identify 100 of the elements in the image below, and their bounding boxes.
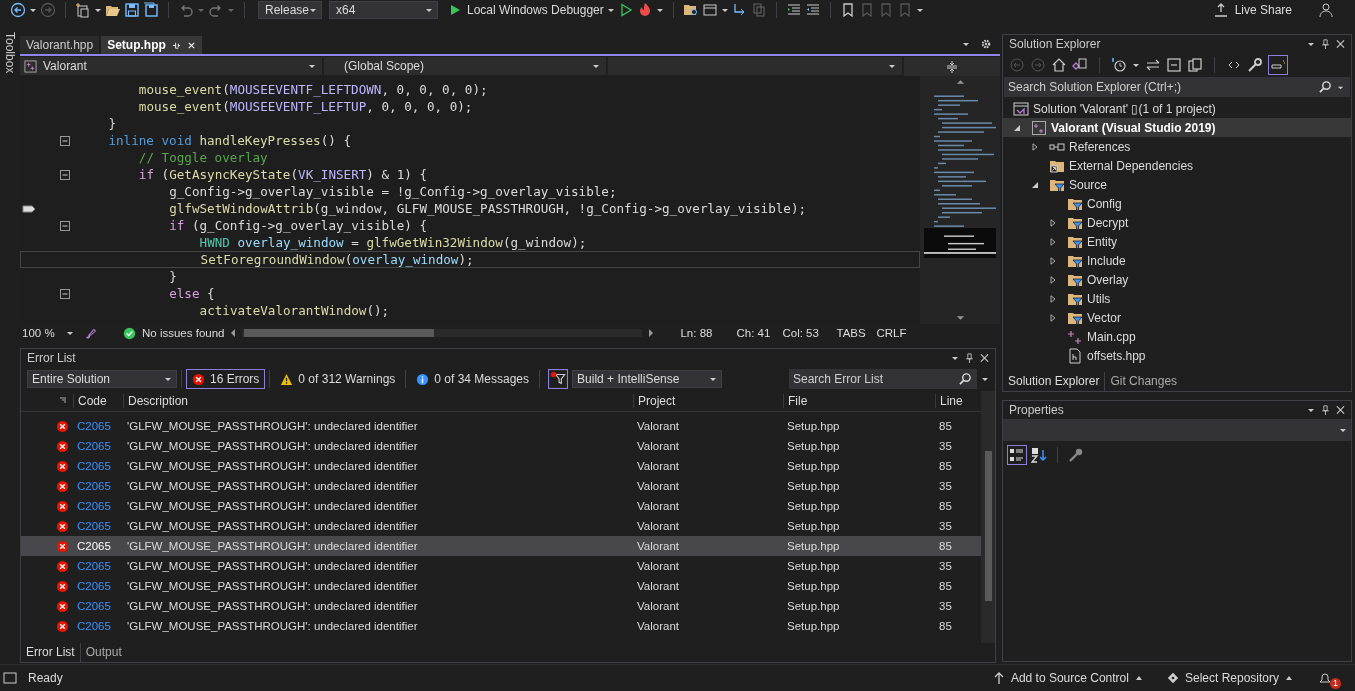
collapsed-arrow-icon[interactable]: [1049, 218, 1057, 227]
window-layout-icon[interactable]: [701, 2, 718, 18]
error-row[interactable]: C2065 'GLFW_MOUSE_PASSTHROUGH': undeclared identifier Valorant Setup.hpp 85: [21, 616, 981, 636]
collapse-icon[interactable]: [60, 220, 70, 231]
close-icon[interactable]: [1336, 39, 1345, 49]
caret-icon[interactable]: [655, 6, 664, 14]
output-icon[interactable]: [2, 670, 18, 686]
search-icon[interactable]: [959, 372, 972, 385]
scroll-down-icon[interactable]: [955, 315, 965, 321]
collapsed-arrow-icon[interactable]: [1049, 275, 1057, 284]
scroll-right-icon[interactable]: [648, 328, 655, 338]
search-icon[interactable]: [1319, 80, 1332, 93]
horizontal-scrollbar[interactable]: [242, 329, 643, 337]
warning-filter-button[interactable]: 0 of 312 Warnings: [274, 369, 402, 389]
collapsed-arrow-icon[interactable]: [1049, 294, 1057, 303]
live-share-button[interactable]: Live Share: [1212, 2, 1292, 18]
wrench-icon[interactable]: [1247, 57, 1263, 73]
error-code-link[interactable]: C2065: [77, 520, 111, 532]
collapse-icon[interactable]: [60, 169, 70, 180]
preview-icon[interactable]: [1268, 55, 1288, 75]
collapsed-arrow-icon[interactable]: [1031, 142, 1039, 151]
tree-item[interactable]: Valorant (Visual Studio 2019): [1051, 120, 1216, 135]
document-tab[interactable]: Setup.hpp: [101, 36, 202, 54]
vertical-scrollbar[interactable]: [981, 391, 995, 643]
collapsed-arrow-icon[interactable]: [1049, 256, 1057, 265]
expanded-arrow-icon[interactable]: [1013, 123, 1021, 132]
account-icon[interactable]: [1319, 2, 1335, 18]
back-icon[interactable]: [10, 2, 26, 18]
collapse-icon[interactable]: [60, 288, 70, 299]
outdent-icon[interactable]: [804, 2, 821, 18]
expanded-arrow-icon[interactable]: [1031, 180, 1039, 189]
indentation-status[interactable]: TABS: [836, 327, 871, 339]
sort-icon[interactable]: [1031, 447, 1047, 463]
tree-item[interactable]: Config: [1087, 196, 1122, 211]
caret-icon[interactable]: [981, 375, 989, 383]
caret-icon[interactable]: [1132, 61, 1140, 69]
caret-icon[interactable]: [1307, 40, 1315, 48]
platform-dropdown[interactable]: x64: [329, 1, 438, 19]
error-row[interactable]: C2065 'GLFW_MOUSE_PASSTHROUGH': undeclared identifier Valorant Setup.hpp 85: [21, 496, 981, 516]
error-code-link[interactable]: C2065: [77, 580, 111, 592]
zoom-dropdown[interactable]: 100 %: [20, 325, 78, 341]
caret-icon[interactable]: [606, 6, 615, 14]
scroll-left-icon[interactable]: [230, 328, 237, 338]
filter-icon[interactable]: [548, 369, 569, 389]
settings-icon[interactable]: [980, 38, 992, 50]
caret-icon[interactable]: [962, 40, 970, 48]
column-header[interactable]: Code: [73, 394, 123, 408]
start-debugging-button[interactable]: Local Windows Debugger: [449, 3, 604, 17]
save-icon[interactable]: [124, 2, 140, 18]
tree-item[interactable]: Include: [1087, 253, 1126, 268]
tree-item[interactable]: offsets.hpp: [1087, 348, 1146, 363]
error-row[interactable]: C2065 'GLFW_MOUSE_PASSTHROUGH': undeclared identifier Valorant Setup.hpp 35: [21, 516, 981, 536]
error-row[interactable]: C2065 'GLFW_MOUSE_PASSTHROUGH': undeclared identifier Valorant Setup.hpp 85: [21, 416, 981, 436]
error-row[interactable]: C2065 'GLFW_MOUSE_PASSTHROUGH': undeclared identifier Valorant Setup.hpp 35: [21, 436, 981, 456]
caret-icon[interactable]: [94, 6, 102, 14]
error-row[interactable]: C2065 'GLFW_MOUSE_PASSTHROUGH': undeclared identifier Valorant Setup.hpp 85: [21, 536, 981, 556]
scope-dropdown[interactable]: (Global Scope): [324, 57, 606, 75]
sync-icon[interactable]: [1145, 57, 1161, 73]
error-row[interactable]: C2065 'GLFW_MOUSE_PASSTHROUGH': undeclared identifier Valorant Setup.hpp 35: [21, 476, 981, 496]
caret-icon[interactable]: [951, 354, 959, 362]
close-icon[interactable]: [980, 353, 989, 363]
column-header[interactable]: Project: [633, 394, 783, 408]
tree-item[interactable]: Utils: [1087, 291, 1111, 306]
close-icon[interactable]: [1336, 405, 1345, 415]
tree-item[interactable]: Decrypt: [1087, 215, 1129, 230]
error-row[interactable]: C2065 'GLFW_MOUSE_PASSTHROUGH': undeclared identifier Valorant Setup.hpp 35: [21, 556, 981, 576]
tree-item[interactable]: Source: [1069, 177, 1108, 192]
new-item-icon[interactable]: [75, 2, 91, 18]
caret-icon[interactable]: [1337, 84, 1344, 91]
caret-icon[interactable]: [915, 6, 924, 14]
line-ending-status[interactable]: CRLF: [876, 327, 913, 339]
character-status[interactable]: Ch: 41: [736, 327, 777, 339]
document-tab[interactable]: Valorant.hpp: [20, 36, 100, 54]
error-code-link[interactable]: C2065: [77, 500, 111, 512]
collapse-icon[interactable]: [60, 135, 70, 146]
panel-tab[interactable]: Git Changes: [1105, 372, 1183, 391]
home-icon[interactable]: [1051, 57, 1067, 73]
error-row[interactable]: C2065 'GLFW_MOUSE_PASSTHROUGH': undeclared identifier Valorant Setup.hpp 85: [21, 456, 981, 476]
source-dropdown[interactable]: Build + IntelliSense: [572, 370, 723, 388]
line-number-status[interactable]: Ln: 88: [680, 327, 731, 339]
error-code-link[interactable]: C2065: [77, 540, 111, 552]
error-code-link[interactable]: C2065: [77, 560, 111, 572]
project-dropdown[interactable]: Valorant: [20, 57, 322, 75]
tree-item[interactable]: Main.cpp: [1087, 329, 1136, 344]
issues-status[interactable]: No issues found: [142, 327, 225, 339]
close-icon[interactable]: [186, 40, 196, 50]
column-header[interactable]: Description: [123, 394, 633, 408]
error-code-link[interactable]: C2065: [77, 420, 111, 432]
collapsed-arrow-icon[interactable]: [1049, 237, 1057, 246]
tree-item[interactable]: Entity: [1087, 234, 1117, 249]
message-filter-button[interactable]: 0 of 34 Messages: [410, 369, 536, 389]
column-menu-icon[interactable]: [59, 397, 67, 405]
collapsed-arrow-icon[interactable]: [1049, 313, 1057, 322]
bell-icon[interactable]: [1317, 670, 1333, 686]
brush-icon[interactable]: [84, 326, 97, 340]
error-row[interactable]: C2065 'GLFW_MOUSE_PASSTHROUGH': undeclared identifier Valorant Setup.hpp 85: [21, 576, 981, 596]
error-code-link[interactable]: C2065: [77, 620, 111, 632]
scope-dropdown[interactable]: Entire Solution: [27, 370, 177, 388]
categorized-icon[interactable]: [1007, 445, 1027, 465]
tree-item[interactable]: Overlay: [1087, 272, 1129, 287]
